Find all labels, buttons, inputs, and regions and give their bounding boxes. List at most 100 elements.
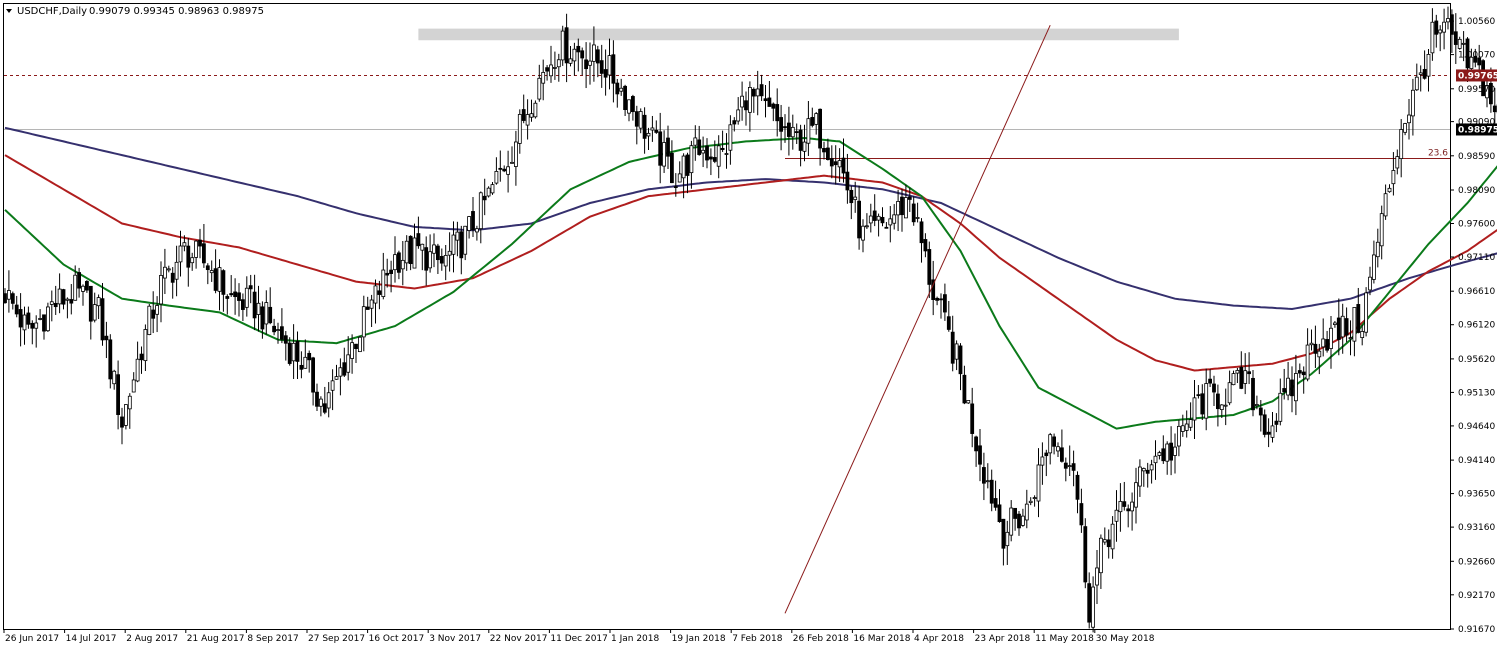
candle [1200, 384, 1205, 420]
candle-body [166, 268, 171, 271]
candle-body [272, 325, 277, 333]
candle [1071, 450, 1076, 487]
candle [794, 123, 799, 145]
candle-body [599, 60, 604, 74]
candle [408, 235, 413, 271]
candle-body [1227, 382, 1232, 404]
candle [779, 104, 783, 151]
candle [1372, 240, 1376, 284]
candle [619, 78, 624, 96]
candle [92, 292, 97, 323]
candle [85, 280, 89, 293]
candle-body [1379, 213, 1384, 247]
candle [720, 130, 725, 152]
candle [537, 64, 542, 102]
candle [1095, 550, 1099, 605]
candle [1208, 369, 1212, 387]
candle-body [143, 329, 148, 362]
candle [946, 300, 951, 332]
chevron-down-icon[interactable] [6, 9, 12, 13]
candle-body [124, 404, 128, 426]
candle-body [779, 117, 783, 132]
candle-body [38, 318, 42, 320]
x-tick-label: 11 Dec 2017 [550, 634, 608, 644]
candle [1075, 471, 1080, 514]
candle [502, 165, 507, 173]
candle-body [1192, 397, 1197, 421]
candle-body [100, 298, 105, 341]
candle [880, 207, 885, 227]
candle-body [326, 392, 331, 409]
candle [576, 38, 581, 72]
candle-body [217, 267, 222, 292]
candle-body [182, 242, 187, 247]
candle-body [553, 67, 557, 69]
candle [1239, 351, 1244, 390]
candle [1091, 576, 1095, 633]
candle [120, 407, 124, 445]
candle-body [709, 156, 713, 160]
candle [1028, 497, 1033, 506]
candle [982, 452, 986, 501]
candle [927, 241, 932, 299]
candle [1180, 414, 1185, 437]
candle [553, 51, 557, 80]
candle-body [857, 200, 861, 239]
candle [482, 178, 487, 216]
candle-body [966, 400, 971, 404]
candle-body [342, 362, 347, 376]
candle-body [1418, 72, 1423, 75]
candle [1395, 149, 1400, 175]
candle-body [666, 137, 670, 157]
candle-body [1102, 539, 1107, 543]
candle-body [303, 356, 308, 369]
candle-body [1255, 404, 1259, 407]
y-tick-label: 0.94140 [1458, 456, 1495, 466]
symbol-label: USDCHF,Daily [17, 6, 87, 17]
candle-body [186, 245, 191, 268]
candle-body [712, 157, 717, 162]
candle [1114, 490, 1119, 542]
candle-body [720, 147, 725, 150]
candle-body [194, 240, 199, 258]
candle-body [96, 297, 101, 307]
price-chart[interactable]: 23.6 1.005601.000700.995700.990900.98590… [0, 0, 1497, 650]
candle-body [1372, 254, 1376, 280]
candle [1009, 500, 1014, 542]
x-tick-label: 30 May 2018 [1096, 634, 1155, 644]
candle-body [1180, 425, 1185, 432]
candle [1204, 368, 1209, 431]
candle [631, 94, 635, 121]
candle-body [677, 173, 682, 183]
candle [861, 219, 865, 253]
candle [61, 288, 66, 310]
candle-body [1297, 370, 1302, 374]
candle [744, 91, 748, 126]
candle-body [1149, 464, 1154, 471]
candle-body [22, 314, 27, 331]
candle-body [264, 302, 269, 325]
candle-body [1239, 366, 1244, 389]
candle [943, 283, 947, 321]
candle [404, 235, 409, 271]
candle [829, 145, 834, 179]
candle-body [638, 111, 643, 129]
candle-body [525, 114, 530, 126]
candle [350, 334, 355, 374]
candle-body [112, 370, 117, 385]
candle [373, 279, 378, 324]
candle-body [588, 60, 592, 66]
candle [240, 293, 245, 321]
candle [198, 228, 202, 259]
candle [689, 140, 694, 189]
candle-body [1223, 404, 1228, 407]
candle-body [1153, 455, 1158, 464]
candle [1290, 366, 1294, 413]
candle-body [939, 298, 943, 301]
candle-body [432, 244, 436, 254]
candle-body [576, 45, 581, 53]
sma-blue-line [4, 126, 1497, 311]
candle-body [420, 243, 425, 251]
candle [155, 296, 160, 333]
candle [966, 400, 971, 404]
